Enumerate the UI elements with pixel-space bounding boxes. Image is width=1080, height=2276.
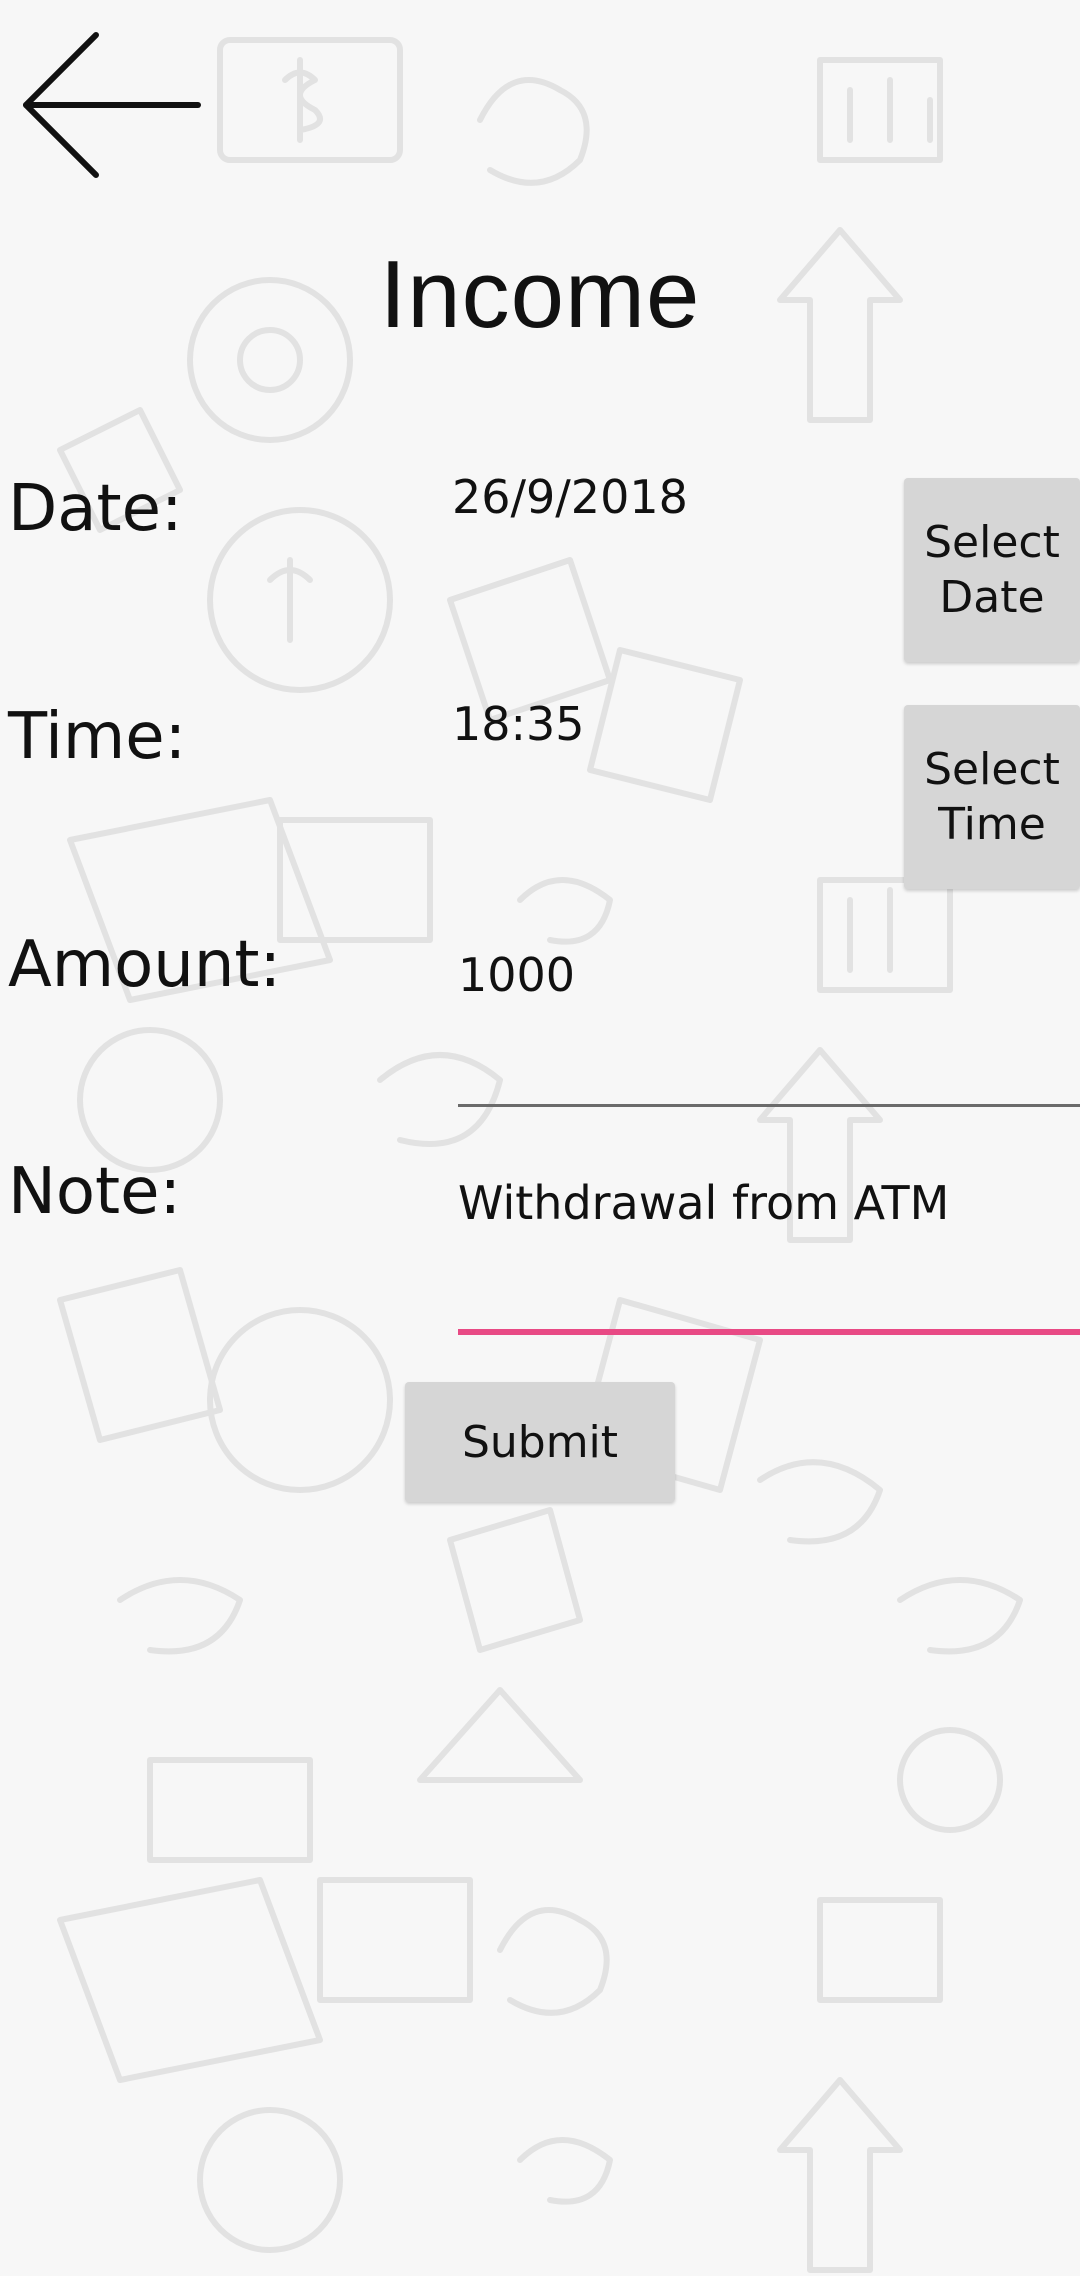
- income-screen: Income Date: 26/9/2018 Select Date Time:…: [0, 0, 1080, 2276]
- amount-label: Amount:: [8, 928, 282, 1002]
- back-button[interactable]: [18, 30, 208, 180]
- time-value: 18:35: [452, 697, 585, 751]
- select-time-button[interactable]: Select Time: [904, 705, 1080, 889]
- select-date-button-label: Select Date: [924, 517, 1060, 623]
- arrow-left-icon: [23, 32, 201, 178]
- submit-button[interactable]: Submit: [405, 1382, 675, 1502]
- page-title: Income: [379, 241, 701, 348]
- date-label: Date:: [8, 472, 183, 546]
- select-time-button-label: Select Time: [924, 744, 1060, 850]
- select-date-button[interactable]: Select Date: [904, 478, 1080, 662]
- note-label: Note:: [8, 1155, 182, 1229]
- amount-input[interactable]: 1000: [458, 948, 1080, 1002]
- note-input[interactable]: Withdrawal from ATM: [458, 1176, 1080, 1230]
- amount-input-underline: [458, 1104, 1080, 1107]
- date-value: 26/9/2018: [452, 470, 688, 524]
- submit-button-label: Submit: [461, 1416, 619, 1468]
- time-label: Time:: [8, 700, 187, 774]
- note-input-underline-active: [458, 1329, 1080, 1335]
